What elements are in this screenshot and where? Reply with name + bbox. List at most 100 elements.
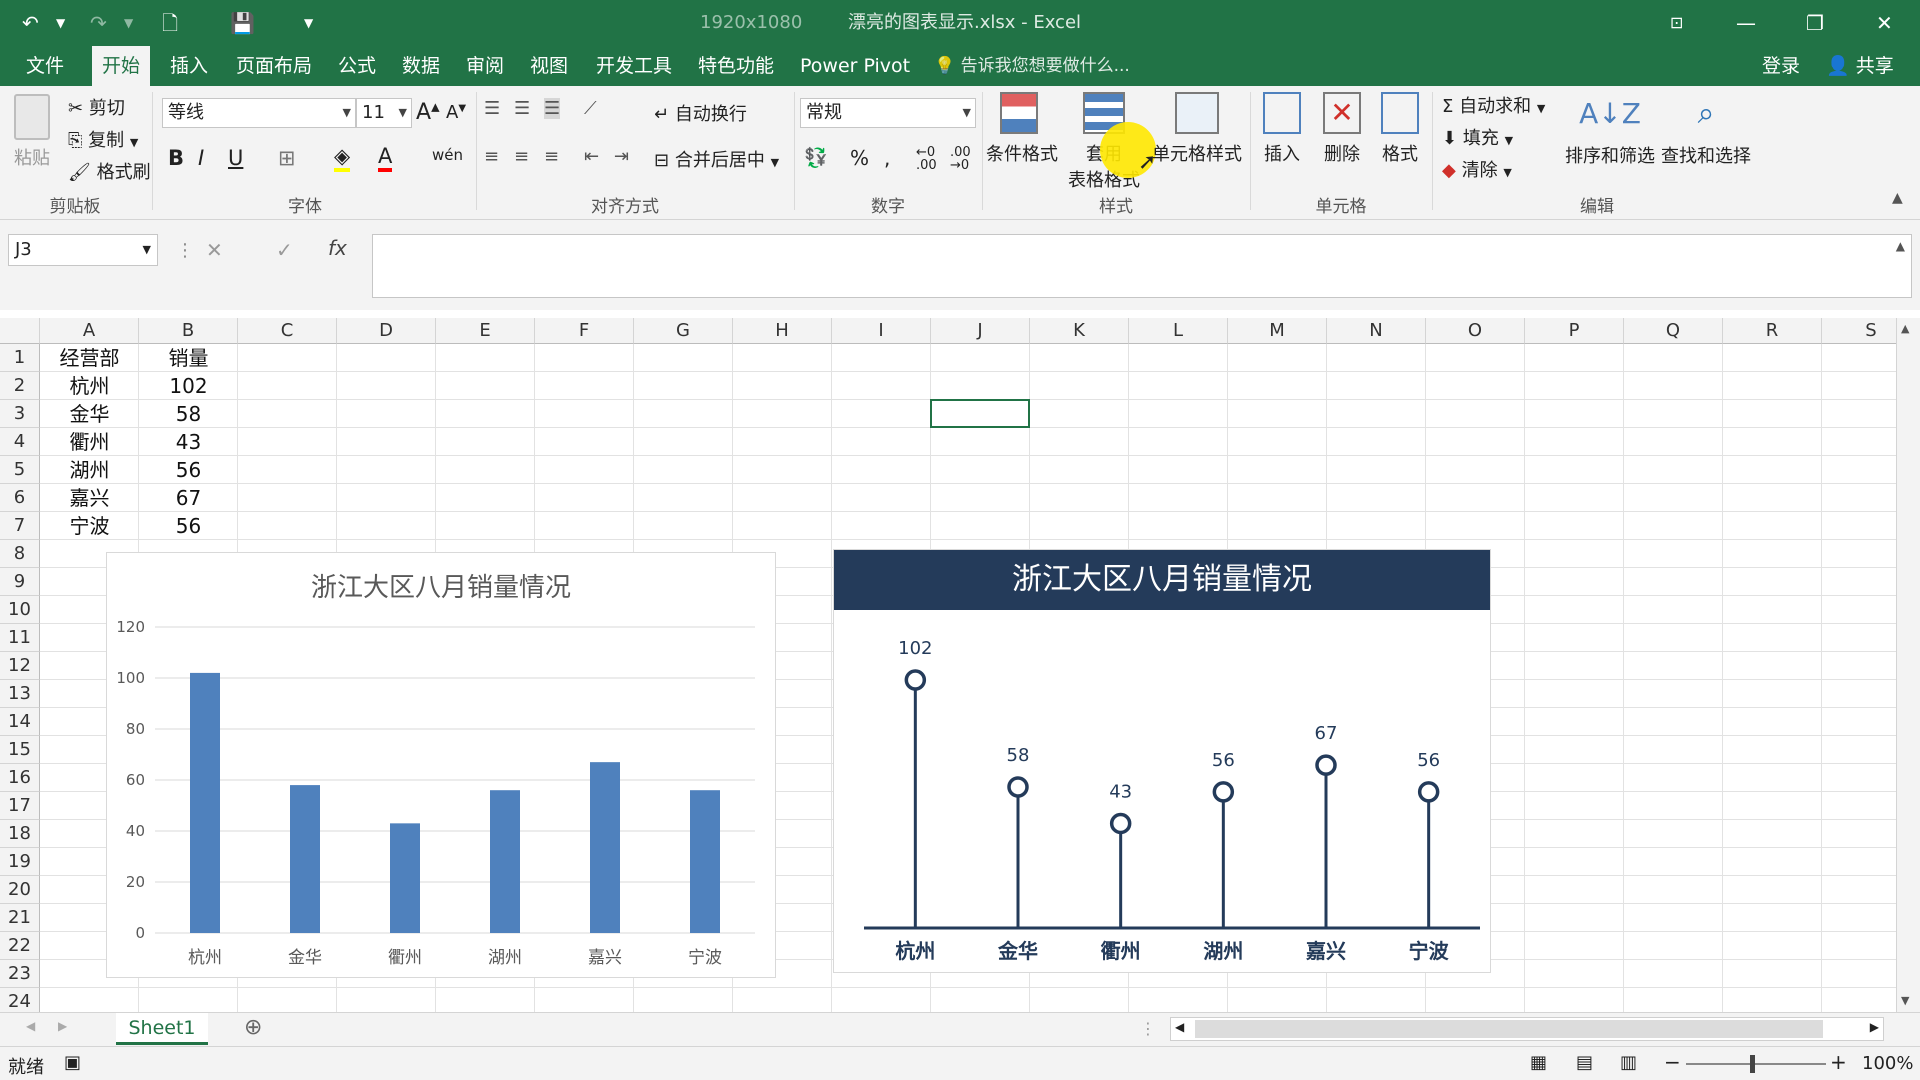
bar[interactable] bbox=[190, 672, 220, 933]
lollipop-marker[interactable] bbox=[1007, 776, 1029, 798]
table-cell[interactable]: 102 bbox=[139, 372, 238, 400]
delete-cells-button[interactable]: ✕ 删除 bbox=[1316, 92, 1368, 166]
sort-filter-button[interactable]: A↓Z 排序和筛选 bbox=[1564, 92, 1656, 168]
table-cell[interactable]: 嘉兴 bbox=[40, 484, 139, 512]
customize-toolbar-icon[interactable]: ▼ bbox=[304, 0, 313, 46]
column-header[interactable]: G bbox=[634, 318, 733, 344]
selected-cell[interactable] bbox=[930, 399, 1030, 428]
row-header[interactable]: 8 bbox=[0, 540, 40, 568]
lollipop-marker[interactable] bbox=[1417, 781, 1440, 803]
align-middle-icon[interactable]: ☰ bbox=[514, 98, 530, 119]
fill-color-icon[interactable]: ◈ bbox=[334, 144, 351, 172]
share-button[interactable]: 👤 共享 bbox=[1816, 46, 1904, 86]
cancel-icon[interactable]: ✕ bbox=[206, 238, 223, 262]
align-left-icon[interactable]: ≡ bbox=[484, 146, 499, 167]
scroll-left-icon[interactable]: ◀ bbox=[1175, 1020, 1184, 1034]
expand-formula-icon[interactable]: ▲ bbox=[1896, 239, 1905, 253]
column-header[interactable]: L bbox=[1129, 318, 1228, 344]
column-header[interactable]: E bbox=[436, 318, 535, 344]
wrap-text-button[interactable]: ↵ 自动换行 bbox=[654, 100, 747, 126]
column-header[interactable]: Q bbox=[1624, 318, 1723, 344]
zoom-out-icon[interactable]: − bbox=[1664, 1050, 1681, 1074]
grow-font-icon[interactable]: A▲ bbox=[416, 100, 440, 125]
scroll-up-icon[interactable]: ▲ bbox=[1901, 322, 1909, 335]
scroll-thumb[interactable] bbox=[1195, 1020, 1823, 1038]
row-header[interactable]: 13 bbox=[0, 680, 40, 708]
table-cell[interactable]: 43 bbox=[139, 428, 238, 456]
align-center-icon[interactable]: ≡ bbox=[514, 146, 529, 167]
tab-review[interactable]: 审阅 bbox=[456, 46, 514, 86]
row-header[interactable]: 19 bbox=[0, 848, 40, 876]
increase-indent-icon[interactable]: ⇥ bbox=[614, 146, 629, 167]
row-header[interactable]: 2 bbox=[0, 372, 40, 400]
column-header[interactable]: O bbox=[1426, 318, 1525, 344]
row-header[interactable]: 7 bbox=[0, 512, 40, 540]
cut-button[interactable]: ✂ 剪切 bbox=[68, 94, 125, 120]
column-header[interactable]: R bbox=[1723, 318, 1822, 344]
row-header[interactable]: 20 bbox=[0, 876, 40, 904]
vertical-scrollbar[interactable]: ▲ ▼ bbox=[1896, 318, 1920, 1012]
increase-decimal-icon[interactable]: ←0.00 bbox=[916, 146, 937, 172]
macro-record-icon[interactable]: ▣ bbox=[64, 1052, 81, 1073]
tab-split-handle[interactable]: ⋮ bbox=[1140, 1019, 1156, 1038]
bar[interactable] bbox=[590, 762, 620, 933]
table-cell[interactable]: 经营部 bbox=[40, 344, 139, 372]
row-header[interactable]: 21 bbox=[0, 904, 40, 932]
row-header[interactable]: 14 bbox=[0, 708, 40, 736]
table-cell[interactable]: 金华 bbox=[40, 400, 139, 428]
tab-page-layout[interactable]: 页面布局 bbox=[226, 46, 322, 86]
ribbon-display-icon[interactable]: ⊡ bbox=[1670, 0, 1683, 46]
lollipop-marker[interactable] bbox=[904, 669, 927, 691]
next-sheet-icon[interactable]: ▶ bbox=[58, 1019, 67, 1033]
tab-developer[interactable]: 开发工具 bbox=[586, 46, 682, 86]
undo-icon[interactable]: ↶ bbox=[22, 0, 39, 46]
lollipop-chart[interactable]: 浙江大区八月销量情况 102 杭州 58 金华 43 衢州 56 湖州 67 嘉兴 56 宁波 bbox=[833, 549, 1491, 973]
column-header[interactable]: F bbox=[535, 318, 634, 344]
tab-power-pivot[interactable]: Power Pivot bbox=[790, 46, 920, 86]
horizontal-scrollbar[interactable]: ◀ ▶ bbox=[1170, 1017, 1884, 1041]
align-bottom-icon[interactable]: ☰ bbox=[544, 98, 561, 119]
collapse-ribbon-icon[interactable]: ▲ bbox=[1892, 190, 1903, 206]
row-header[interactable]: 4 bbox=[0, 428, 40, 456]
row-header[interactable]: 1 bbox=[0, 344, 40, 372]
row-header[interactable]: 9 bbox=[0, 568, 40, 596]
row-header[interactable]: 17 bbox=[0, 792, 40, 820]
login-link[interactable]: 登录 bbox=[1752, 46, 1810, 86]
row-header[interactable]: 3 bbox=[0, 400, 40, 428]
name-box[interactable]: J3 ▼ bbox=[8, 234, 158, 266]
clear-button[interactable]: ◆ 清除 ▼ bbox=[1442, 156, 1512, 182]
tab-special[interactable]: 特色功能 bbox=[688, 46, 784, 86]
new-sheet-icon[interactable]: ⊕ bbox=[244, 1015, 262, 1040]
row-header[interactable]: 18 bbox=[0, 820, 40, 848]
align-right-icon[interactable]: ≡ bbox=[544, 146, 559, 167]
table-cell[interactable]: 湖州 bbox=[40, 456, 139, 484]
format-cells-button[interactable]: 格式 bbox=[1374, 92, 1426, 166]
normal-view-icon[interactable]: ▦ bbox=[1530, 1052, 1547, 1073]
select-all-corner[interactable] bbox=[0, 318, 40, 344]
zoom-level[interactable]: 100% bbox=[1862, 1053, 1913, 1074]
font-size-combo[interactable]: 11 ▼ bbox=[356, 98, 412, 128]
tab-formulas[interactable]: 公式 bbox=[328, 46, 386, 86]
table-cell[interactable]: 56 bbox=[139, 456, 238, 484]
table-cell[interactable]: 58 bbox=[139, 400, 238, 428]
zoom-slider[interactable] bbox=[1686, 1063, 1826, 1065]
row-header[interactable]: 11 bbox=[0, 624, 40, 652]
column-header[interactable]: I bbox=[832, 318, 931, 344]
redo-icon[interactable]: ↷ bbox=[90, 0, 107, 46]
phonetic-icon[interactable]: wén bbox=[432, 146, 463, 164]
currency-icon[interactable]: 💱 bbox=[804, 146, 828, 169]
column-header[interactable]: J bbox=[931, 318, 1030, 344]
redo-dropdown-icon[interactable]: ▼ bbox=[124, 0, 133, 46]
cell-styles-button[interactable]: 单元格样式 bbox=[1150, 92, 1244, 166]
row-header[interactable]: 16 bbox=[0, 764, 40, 792]
zoom-slider-thumb[interactable] bbox=[1750, 1055, 1755, 1073]
bold-button[interactable]: B bbox=[168, 146, 184, 170]
fill-button[interactable]: ⬇ 填充 ▼ bbox=[1442, 124, 1513, 150]
column-header[interactable]: P bbox=[1525, 318, 1624, 344]
orientation-icon[interactable]: ⟋ bbox=[584, 98, 597, 119]
decrease-decimal-icon[interactable]: .00 →0 bbox=[950, 146, 971, 172]
table-cell[interactable]: 杭州 bbox=[40, 372, 139, 400]
border-icon[interactable]: ⊞ bbox=[278, 146, 296, 170]
row-header[interactable]: 24 bbox=[0, 988, 40, 1012]
lollipop-marker[interactable] bbox=[1315, 754, 1337, 776]
